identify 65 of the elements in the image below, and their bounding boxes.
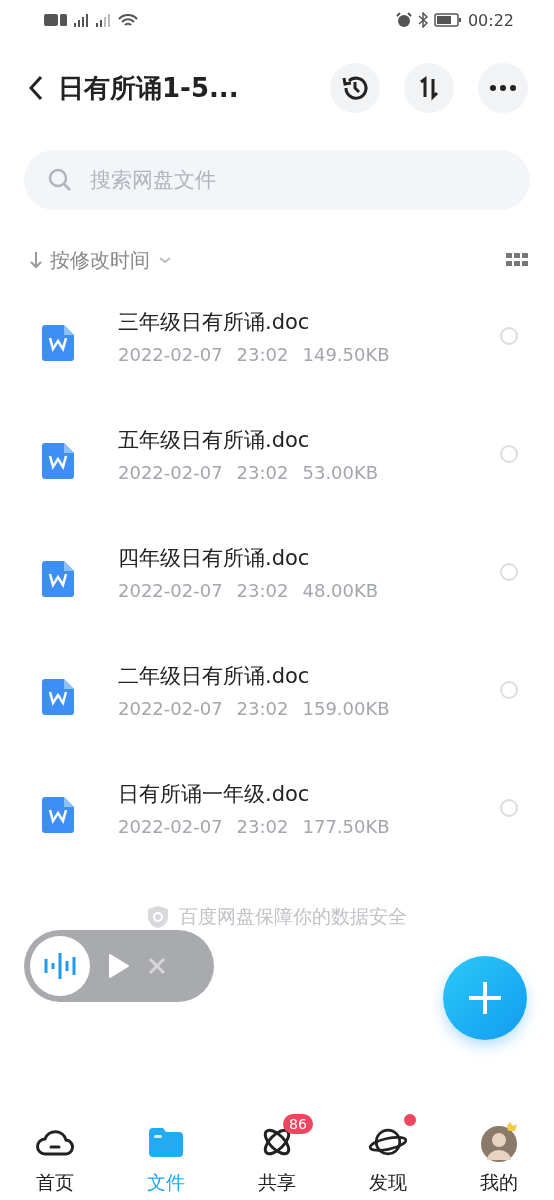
more-button[interactable] <box>478 63 528 113</box>
select-radio[interactable] <box>500 799 518 817</box>
shield-icon <box>147 905 169 929</box>
file-date: 2022-02-07 <box>118 815 223 837</box>
avatar-icon <box>478 1122 519 1162</box>
chevron-down-icon <box>158 255 172 265</box>
word-document-icon <box>42 443 74 479</box>
back-icon[interactable] <box>28 75 44 101</box>
plus-icon <box>467 980 503 1016</box>
waveform-icon[interactable] <box>43 951 77 981</box>
down-arrow-icon <box>30 250 42 270</box>
file-size: 48.00KB <box>302 579 379 601</box>
file-date: 2022-02-07 <box>118 461 223 483</box>
word-document-icon <box>42 679 74 715</box>
nav-tab[interactable]: 发现 <box>332 1110 444 1200</box>
signal-icon <box>74 13 90 27</box>
close-icon[interactable] <box>148 957 166 975</box>
file-date: 2022-02-07 <box>118 697 223 719</box>
grid-view-icon[interactable] <box>506 253 528 267</box>
file-name[interactable]: 三年级日有所诵.doc <box>118 307 500 336</box>
security-note: 百度网盘保障你的数据安全 <box>179 904 407 929</box>
select-radio[interactable] <box>500 563 518 581</box>
word-document-icon <box>42 325 74 361</box>
cloud-icon <box>36 1127 75 1157</box>
add-button[interactable] <box>443 956 527 1040</box>
notification-badge: 86 <box>283 1114 313 1134</box>
file-time: 23:02 <box>236 461 289 483</box>
select-radio[interactable] <box>500 681 518 699</box>
select-radio[interactable] <box>500 445 518 463</box>
file-name[interactable]: 二年级日有所诵.doc <box>118 661 500 690</box>
nav-tab[interactable]: 我的 <box>443 1110 554 1200</box>
play-icon[interactable] <box>108 953 130 979</box>
folder-title: 日有所诵1-5... <box>58 71 240 105</box>
clock-time: 00:22 <box>467 10 514 30</box>
more-icon <box>490 85 516 91</box>
file-size: 149.50KB <box>302 343 390 365</box>
file-name[interactable]: 五年级日有所诵.doc <box>118 425 500 454</box>
select-radio[interactable] <box>500 327 518 345</box>
nav-tab[interactable]: 86 共享 <box>221 1110 333 1200</box>
signal-icon <box>96 13 112 27</box>
word-document-icon <box>42 797 74 833</box>
folder-icon <box>149 1127 184 1157</box>
wifi-icon <box>118 14 138 26</box>
file-time: 23:02 <box>236 343 289 365</box>
word-document-icon <box>42 561 74 597</box>
file-time: 23:02 <box>236 815 289 837</box>
sort-dropdown[interactable]: 按修改时间 <box>30 246 172 274</box>
file-time: 23:02 <box>236 579 289 601</box>
sort-button[interactable] <box>404 63 454 113</box>
file-name[interactable]: 四年级日有所诵.doc <box>118 543 500 572</box>
bluetooth-icon <box>417 12 428 28</box>
history-button[interactable] <box>330 63 380 113</box>
hd-icon <box>44 13 68 27</box>
file-date: 2022-02-07 <box>118 579 223 601</box>
nav-tab[interactable]: 首页 <box>0 1110 111 1200</box>
file-date: 2022-02-07 <box>118 343 223 365</box>
file-size: 177.50KB <box>302 815 390 837</box>
battery-icon <box>433 12 462 28</box>
file-name[interactable]: 日有所诵一年级.doc <box>118 779 500 808</box>
search-field[interactable]: 搜索网盘文件 <box>24 150 530 210</box>
file-time: 23:02 <box>236 697 289 719</box>
history-icon <box>341 74 369 102</box>
file-size: 159.00KB <box>302 697 390 719</box>
alarm-icon <box>395 12 412 28</box>
file-size: 53.00KB <box>302 461 379 483</box>
